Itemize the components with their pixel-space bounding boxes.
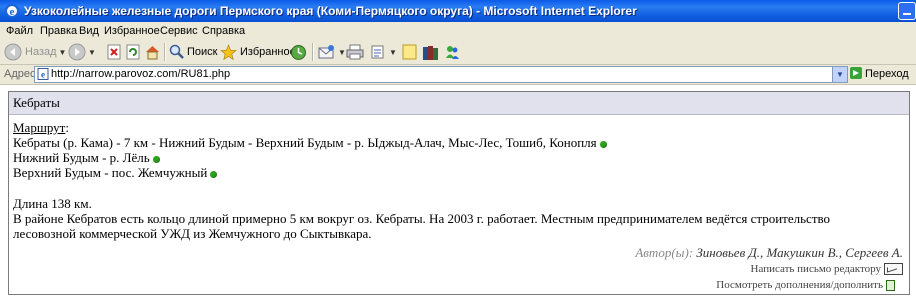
search-button[interactable]: Поиск: [168, 42, 217, 62]
edit-dropdown-icon[interactable]: ▼: [389, 48, 397, 57]
back-dropdown-icon[interactable]: ▼: [59, 48, 67, 57]
favorites-star-icon: [220, 43, 237, 60]
address-url: http://narrow.parovoz.com/RU81.php: [51, 68, 231, 80]
panel-header: Кебраты: [9, 92, 909, 115]
go-arrow-icon[interactable]: [850, 67, 862, 79]
route-line: Нижний Будым - р. Лёль: [13, 150, 903, 165]
description-line: В районе Кебратов есть кольцо длиной при…: [13, 211, 831, 226]
forward-button[interactable]: ▼: [68, 42, 96, 62]
window-titlebar: e Узкоколейные железные дороги Пермского…: [0, 0, 916, 22]
description-line: лесовозной коммерческой УЖД из Жемчужног…: [13, 226, 372, 241]
route-heading: Маршрут:: [13, 120, 903, 135]
search-icon: [169, 44, 184, 59]
refresh-icon: [126, 44, 140, 60]
authors-label: Автор(ы):: [635, 245, 694, 260]
mail-letter-icon[interactable]: [884, 263, 903, 275]
forward-arrow-icon: [68, 43, 86, 61]
research-books-icon: [423, 45, 438, 60]
route-text: Нижний Будым - р. Лёль: [13, 150, 150, 165]
print-button[interactable]: [346, 42, 364, 62]
page-icon: e: [37, 68, 49, 80]
panel-content: Маршрут: Кебраты (р. Кама) - 7 км - Нижн…: [13, 120, 903, 241]
stop-icon: [107, 44, 121, 60]
mail-button[interactable]: ▼: [318, 42, 346, 62]
favorites-label: Избранное: [240, 46, 296, 58]
minimize-button[interactable]: [898, 2, 916, 20]
menu-help[interactable]: Справка: [202, 22, 245, 40]
write-editor-link[interactable]: Написать письмо редактору: [751, 263, 903, 275]
status-dot-icon: [152, 155, 160, 163]
back-button[interactable]: Назад ▼: [4, 42, 66, 62]
panel-title: Кебраты: [13, 95, 60, 110]
window-title: Узкоколейные железные дороги Пермского к…: [24, 4, 637, 18]
route-text: Верхний Будым - пос. Жемчужный: [13, 165, 208, 180]
home-button[interactable]: [144, 42, 161, 62]
svg-text:e: e: [41, 70, 45, 80]
toolbar-separator: [312, 43, 314, 61]
page-content: Кебраты Маршрут: Кебраты (р. Кама) - 7 к…: [0, 85, 916, 301]
note-icon: [402, 44, 417, 60]
menu-tools[interactable]: Сервис: [160, 22, 198, 40]
menu-favorites[interactable]: Избранное: [104, 22, 160, 40]
authors-line: Автор(ы): Зиновьев Д., Макушкин В., Серг…: [635, 245, 903, 261]
history-icon: [291, 44, 306, 60]
view-additions-link[interactable]: Посмотреть дополнения/дополнить: [716, 279, 895, 291]
messenger-button[interactable]: [444, 42, 461, 62]
route-colon: :: [65, 120, 69, 135]
research-button[interactable]: [422, 42, 439, 62]
write-editor-label: Написать письмо редактору: [750, 263, 881, 275]
authors-names: Зиновьев Д., Макушкин В., Сергеев А.: [696, 245, 903, 260]
menu-view[interactable]: Вид: [79, 22, 99, 40]
toolbar-separator: [164, 43, 166, 61]
printer-icon: [346, 44, 364, 60]
route-line: Верхний Будым - пос. Жемчужный: [13, 165, 903, 180]
status-dot-icon: [599, 140, 607, 148]
go-button-label[interactable]: Переход: [865, 65, 909, 84]
discuss-button[interactable]: [402, 42, 417, 62]
history-button[interactable]: [290, 42, 307, 62]
menu-bar: Файл Правка Вид Избранное Сервис Справка: [0, 22, 916, 41]
edit-button[interactable]: ▼: [370, 42, 397, 62]
home-icon: [146, 46, 159, 60]
add-note-icon[interactable]: [886, 279, 895, 291]
mail-icon: [318, 45, 334, 59]
address-bar: Адрес: e http://narrow.parovoz.com/RU81.…: [0, 65, 916, 85]
address-input[interactable]: e http://narrow.parovoz.com/RU81.php ▼: [34, 66, 848, 83]
menu-file[interactable]: Файл: [6, 22, 33, 40]
search-label: Поиск: [187, 46, 218, 58]
menu-edit[interactable]: Правка: [40, 22, 77, 40]
route-label: Маршрут: [13, 120, 66, 135]
railway-panel: Кебраты Маршрут: Кебраты (р. Кама) - 7 к…: [8, 91, 910, 295]
forward-dropdown-icon[interactable]: ▼: [88, 48, 96, 57]
favorites-button[interactable]: Избранное: [220, 42, 296, 62]
route-line: Кебраты (р. Кама) - 7 км - Нижний Будым …: [13, 135, 903, 150]
edit-document-icon: [371, 45, 384, 59]
length-text: Длина 138 км.: [13, 196, 92, 211]
status-dot-icon: [210, 170, 218, 178]
svg-text:e: e: [10, 6, 15, 18]
messenger-icon: [446, 45, 459, 59]
stop-button[interactable]: [106, 42, 122, 62]
mail-dropdown-icon[interactable]: ▼: [338, 48, 346, 57]
refresh-button[interactable]: [125, 42, 141, 62]
address-dropdown-icon[interactable]: ▼: [832, 67, 847, 82]
back-label: Назад: [25, 46, 57, 58]
ie-logo-icon: e: [5, 4, 19, 18]
view-additions-label: Посмотреть дополнения/дополнить: [716, 279, 883, 291]
standard-toolbar: Назад ▼ ▼ Поиск Избранное ▼ ▼: [0, 40, 916, 65]
route-text: Кебраты (р. Кама) - 7 км - Нижний Будым …: [13, 135, 597, 150]
back-arrow-icon: [4, 43, 22, 61]
